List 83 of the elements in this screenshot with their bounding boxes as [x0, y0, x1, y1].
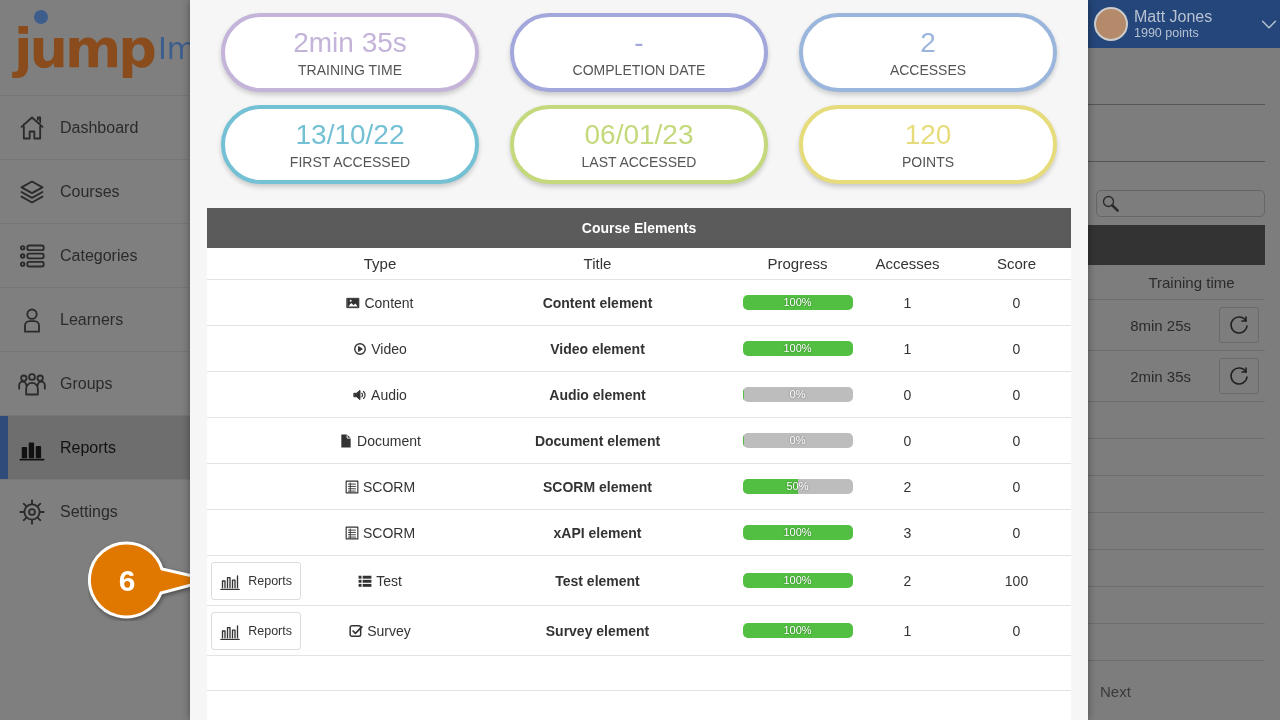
column-header: Type: [363, 255, 397, 272]
table-cell: 8min 25s: [1130, 316, 1191, 334]
checkbox-icon: [349, 623, 364, 638]
table-cell: 0: [903, 386, 912, 403]
table-cell: 2min 35s: [1130, 367, 1191, 385]
user-name: Matt Jones: [1134, 8, 1214, 26]
gear-icon: [18, 497, 46, 526]
refresh-icon: [1227, 313, 1251, 337]
reset-button[interactable]: [1219, 307, 1259, 343]
stat-value: 06/01/23: [584, 119, 694, 150]
stat-value: 2min 35s: [293, 27, 407, 58]
play-circle-icon: [353, 341, 368, 356]
table-cell: 0: [1012, 432, 1021, 449]
table-cell: 0: [1012, 478, 1021, 495]
table-title: Course Elements: [207, 208, 1071, 248]
stat-label: COMPLETION DATE: [572, 61, 706, 78]
progress-label: 100%: [782, 295, 813, 310]
search-field[interactable]: [1096, 190, 1265, 217]
logo-dot-icon: [34, 10, 48, 24]
stat-label: ACCESSES: [889, 61, 967, 78]
table-cell: 0: [1012, 340, 1021, 357]
reports-button[interactable]: Reports: [211, 611, 301, 650]
type-label: Test: [376, 572, 402, 589]
table-cell: 2: [903, 478, 912, 495]
type-label: Video: [371, 340, 407, 357]
table-cell: 1: [903, 622, 912, 639]
table-cell: 0: [903, 432, 912, 449]
refresh-icon: [1227, 364, 1251, 388]
avatar: [1094, 7, 1128, 41]
reports-button[interactable]: Reports: [211, 561, 301, 600]
image-icon: [346, 295, 361, 310]
element-title: xAPI element: [553, 524, 642, 541]
speaker-icon: [353, 387, 368, 402]
element-title: Document element: [534, 432, 661, 449]
reset-button[interactable]: [1219, 358, 1259, 394]
element-title: SCORM element: [543, 478, 652, 495]
stat-value: 120: [904, 119, 952, 150]
progress-label: 0%: [788, 433, 807, 448]
element-title: Survey element: [545, 622, 650, 639]
table-icon: [344, 479, 359, 494]
column-header: Accesses: [875, 255, 940, 272]
next-link[interactable]: Next: [1088, 683, 1131, 700]
stat-label: TRAINING TIME: [298, 61, 402, 78]
document-icon: [339, 433, 354, 448]
table-cell: 0: [1012, 386, 1021, 403]
table-cell: 1: [903, 294, 912, 311]
stat-label: FIRST ACCESSED: [289, 153, 411, 170]
type-label: Document: [357, 432, 421, 449]
stat-value: -: [634, 27, 644, 58]
element-title: Video element: [550, 340, 645, 357]
table-cell: 100: [1004, 572, 1029, 589]
progress-label: 100%: [782, 341, 813, 356]
sidebar-item[interactable]: Reports: [0, 415, 190, 479]
type-label: Content: [364, 294, 414, 311]
stat-value: 2: [920, 27, 936, 58]
type-label: Audio: [371, 386, 407, 403]
table-cell: 3: [903, 524, 912, 541]
progress-label: 100%: [782, 623, 813, 638]
table-cell: 0: [1012, 524, 1021, 541]
user-points: 1990 points: [1134, 26, 1200, 40]
column-header: Progress: [767, 255, 828, 272]
stat-label: POINTS: [901, 153, 955, 170]
table-cell: 2: [903, 572, 912, 589]
progress-label: 100%: [782, 525, 813, 540]
table-cell: 0: [1012, 622, 1021, 639]
element-title: Test element: [555, 572, 640, 589]
element-title: Content element: [542, 294, 653, 311]
progress-label: 100%: [782, 573, 813, 588]
type-label: SCORM: [362, 524, 416, 541]
search-icon: [1101, 193, 1121, 214]
column-header: Title: [583, 255, 612, 272]
column-header: Score: [996, 255, 1037, 272]
list-icon: [358, 573, 373, 588]
progress-label: 0%: [788, 387, 807, 402]
element-title: Audio element: [549, 386, 646, 403]
table-cell: 0: [1012, 294, 1021, 311]
stat-value: 13/10/22: [295, 119, 405, 150]
table-cell: 1: [903, 340, 912, 357]
table-icon: [344, 525, 359, 540]
type-label: SCORM: [362, 478, 416, 495]
column-header: Training time: [1088, 265, 1265, 300]
stat-label: LAST ACCESSED: [581, 153, 697, 170]
type-label: Survey: [367, 622, 411, 639]
